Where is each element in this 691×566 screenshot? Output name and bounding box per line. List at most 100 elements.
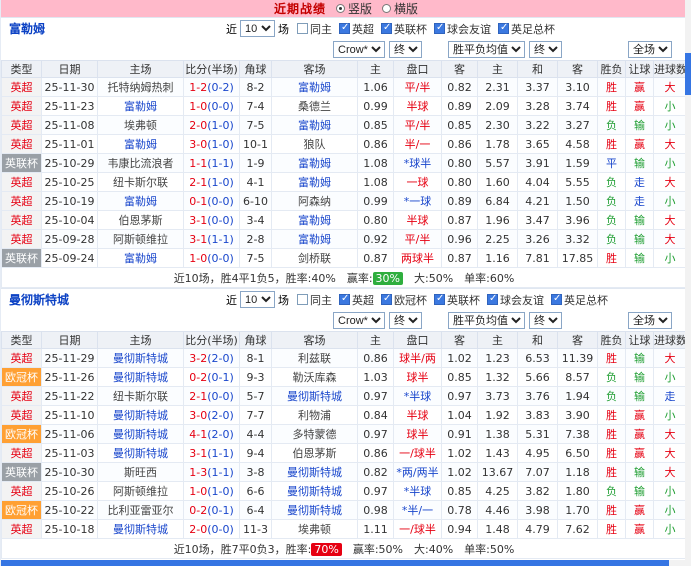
odds-company-select[interactable]: Crow* [333, 41, 385, 58]
avg-odds-select[interactable]: 胜平负均值 [448, 41, 525, 58]
radio-icon[interactable] [382, 4, 391, 13]
cell-corners: 7-4 [239, 96, 272, 116]
cell-avg-draw: 4.21 [517, 191, 558, 211]
cell-home-team[interactable]: 伯恩茅斯 [97, 210, 184, 230]
cell-home-team[interactable]: 韦康比流浪者 [97, 153, 184, 173]
cell-away-team[interactable]: 曼彻斯特城 [271, 500, 358, 520]
league-filter-checkbox[interactable]: 英联杯 [381, 21, 427, 37]
league-filter-checkbox[interactable]: 英足总杯 [498, 21, 555, 37]
avg-odds-select[interactable]: 胜平负均值 [448, 312, 525, 329]
odds-time-select[interactable]: 终 [389, 41, 422, 58]
horizontal-scrollbar[interactable] [1, 560, 686, 566]
cell-home-team[interactable]: 富勒姆 [97, 248, 184, 268]
cell-away-team[interactable]: 阿森纳 [271, 191, 358, 211]
cell-home-team[interactable]: 阿斯顿维拉 [97, 229, 184, 249]
recent-games-select[interactable]: 10 [240, 291, 275, 308]
cell-odds-away: 0.82 [441, 77, 478, 97]
cell-away-team[interactable]: 富勒姆 [271, 77, 358, 97]
checkbox-icon[interactable] [381, 293, 392, 305]
cell-home-team[interactable]: 曼彻斯特城 [97, 519, 184, 539]
cell-result: 胜 [597, 462, 626, 482]
team-name[interactable]: 富勒姆 [1, 20, 226, 37]
cell-away-team[interactable]: 埃弗顿 [271, 519, 358, 539]
vertical-scrollbar-thumb[interactable] [685, 53, 691, 95]
avg-time-select[interactable]: 终 [529, 41, 562, 58]
cell-home-team[interactable]: 曼彻斯特城 [97, 367, 184, 387]
team-name[interactable]: 曼彻斯特城 [1, 291, 226, 308]
league-filter-checkbox[interactable]: 英足总杯 [551, 292, 608, 308]
cell-away-team[interactable]: 曼彻斯特城 [271, 481, 358, 501]
cell-home-team[interactable]: 曼彻斯特城 [97, 348, 184, 368]
cell-home-team[interactable]: 比利亚雷亚尔 [97, 500, 184, 520]
cell-home-team[interactable]: 斯旺西 [97, 462, 184, 482]
checkbox-label: 英联杯 [447, 293, 480, 307]
league-filter-checkbox[interactable]: 球会友谊 [434, 21, 491, 37]
cell-home-team[interactable]: 曼彻斯特城 [97, 443, 184, 463]
cell-away-team[interactable]: 剑桥联 [271, 248, 358, 268]
cell-away-team[interactable]: 富勒姆 [271, 115, 358, 135]
avg-time-select[interactable]: 终 [529, 312, 562, 329]
cell-handicap: 一/球半 [393, 443, 442, 463]
cell-odds-home: 1.03 [357, 367, 394, 387]
checkbox-icon[interactable] [434, 22, 445, 34]
league-filter-checkbox[interactable]: 英超 [339, 21, 374, 37]
cell-home-team[interactable]: 曼彻斯特城 [97, 424, 184, 444]
cell-away-team[interactable]: 勒沃库森 [271, 367, 358, 387]
cell-home-team[interactable]: 纽卡斯尔联 [97, 386, 184, 406]
odds-company-select[interactable]: Crow* [333, 312, 385, 329]
cell-odds-home: 0.99 [357, 191, 394, 211]
league-filter-checkbox[interactable]: 欧冠杯 [381, 292, 427, 308]
cell-away-team[interactable]: 曼彻斯特城 [271, 462, 358, 482]
league-filter-checkbox[interactable]: 同主 [297, 292, 332, 308]
recent-games-select[interactable]: 10 [240, 20, 275, 37]
checkbox-icon[interactable] [297, 294, 308, 305]
scope-select[interactable]: 全场 [628, 41, 672, 58]
checkbox-icon[interactable] [339, 293, 350, 305]
league-filter-checkbox[interactable]: 球会友谊 [487, 292, 544, 308]
cell-type: 英超 [1, 348, 42, 368]
checkbox-icon[interactable] [434, 293, 445, 305]
cell-away-team[interactable]: 多特蒙德 [271, 424, 358, 444]
cell-avg-home: 1.48 [477, 519, 518, 539]
cell-away-team[interactable]: 富勒姆 [271, 229, 358, 249]
checkbox-icon[interactable] [487, 293, 498, 305]
cell-home-team[interactable]: 曼彻斯特城 [97, 405, 184, 425]
cell-home-team[interactable]: 富勒姆 [97, 191, 184, 211]
cell-home-team[interactable]: 托特纳姆热刺 [97, 77, 184, 97]
cell-corners: 9-4 [239, 443, 272, 463]
cell-away-team[interactable]: 桑德兰 [271, 96, 358, 116]
scope-select[interactable]: 全场 [628, 312, 672, 329]
col-odds-home: 主 [357, 331, 394, 349]
cell-home-team[interactable]: 富勒姆 [97, 96, 184, 116]
cell-home-team[interactable]: 富勒姆 [97, 134, 184, 154]
cell-away-team[interactable]: 富勒姆 [271, 210, 358, 230]
cell-home-team[interactable]: 埃弗顿 [97, 115, 184, 135]
cell-home-team[interactable]: 阿斯顿维拉 [97, 481, 184, 501]
cell-away-team[interactable]: 曼彻斯特城 [271, 386, 358, 406]
vertical-scrollbar[interactable] [685, 0, 691, 566]
view-option-vertical[interactable]: 竖版 [335, 0, 372, 17]
radio-icon[interactable] [335, 4, 345, 13]
summary-text: 赢率:50% 大:40% 单率:50% [341, 542, 515, 556]
checkbox-icon[interactable] [297, 23, 308, 34]
odds-time-select[interactable]: 终 [389, 312, 422, 329]
checkbox-icon[interactable] [339, 22, 350, 34]
cell-goals-result: 小 [653, 519, 687, 539]
cell-away-team[interactable]: 伯恩茅斯 [271, 443, 358, 463]
cell-away-team[interactable]: 富勒姆 [271, 153, 358, 173]
cell-goals-result: 大 [653, 210, 687, 230]
checkbox-icon[interactable] [381, 22, 392, 34]
league-filter-checkbox[interactable]: 英联杯 [434, 292, 480, 308]
league-filter-checkbox[interactable]: 英超 [339, 292, 374, 308]
cell-away-team[interactable]: 利兹联 [271, 348, 358, 368]
cell-odds-away: 0.87 [441, 248, 478, 268]
view-option-horizontal[interactable]: 横版 [382, 0, 418, 17]
checkbox-icon[interactable] [551, 293, 562, 305]
cell-away-team[interactable]: 富勒姆 [271, 172, 358, 192]
horizontal-scrollbar-thumb[interactable] [1, 560, 669, 566]
checkbox-icon[interactable] [498, 22, 509, 34]
league-filter-checkbox[interactable]: 同主 [297, 21, 332, 37]
cell-home-team[interactable]: 纽卡斯尔联 [97, 172, 184, 192]
cell-away-team[interactable]: 利物浦 [271, 405, 358, 425]
cell-away-team[interactable]: 狼队 [271, 134, 358, 154]
